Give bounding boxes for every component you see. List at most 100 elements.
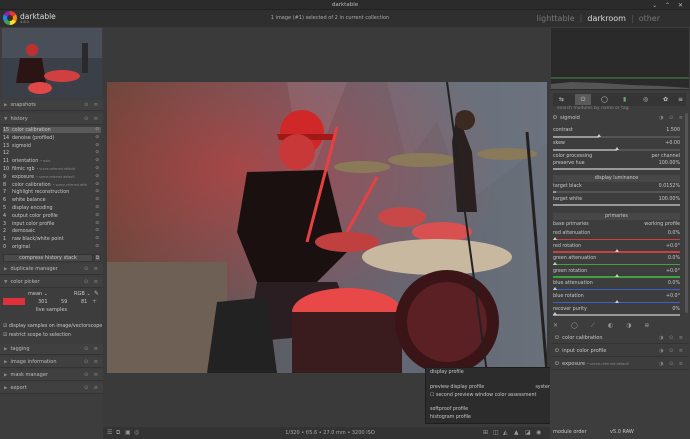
color-processing-select[interactable]: color processing per channel [553,154,680,159]
primaries-slider-track[interactable] [553,236,680,240]
module-order-value[interactable]: v5.0 RAW [610,429,634,435]
primaries-slider-track[interactable] [553,261,680,266]
guides-icon[interactable]: ⊞ [483,429,488,436]
display-samples-option[interactable]: ☑ display samples on image/vectorscope [3,324,102,329]
history-item[interactable]: 0 original ⊙ [3,244,101,250]
history-truncate-icon[interactable]: ⧉ [94,254,101,262]
target-white-slider[interactable]: target white 100.00% [553,197,680,202]
right-panel-scrollbar[interactable] [685,113,688,313]
restrict-scope-option[interactable]: ☑ restrict scope to selection [3,333,71,338]
module-exposure[interactable]: ⏻ exposure • scene-referred default ◑ ⊙ ≡ [551,358,689,370]
softproof-icon[interactable]: ◫ [493,429,499,436]
grid-icon[interactable]: ☰ [107,429,112,436]
effects-group-icon[interactable]: ✿ [663,96,668,103]
history-item[interactable]: 13 sigmoid ⊙ [3,143,101,149]
view-darkroom[interactable]: darkroom [587,14,626,23]
base-primaries-select[interactable]: base primaries working profile [553,222,680,227]
primaries-row[interactable]: blue attenuation 0.0% [553,281,680,286]
histogram[interactable] [551,28,689,90]
contrast-slider-label[interactable]: contrast 1.500 [553,128,680,133]
primaries-slider-track[interactable] [553,249,680,253]
history-item[interactable]: 4 output color profile ⊙ [3,213,101,219]
display-luminance-section[interactable]: display luminance [553,175,680,182]
module-mask-manager[interactable]: ▶ mask manager ⊙ ≡ [0,370,103,381]
view-other[interactable]: other [639,14,660,23]
target-black-slider[interactable]: target black 0.0152% [553,184,680,189]
skew-slider-label[interactable]: skew +0.00 [553,141,680,146]
module-icons[interactable]: ⊙ ≡ [84,264,100,275]
module-duplicate-manager[interactable]: ▶ duplicate manager ⊙ ≡ [0,264,103,275]
primaries-row[interactable]: red attenuation 0.0% [553,231,680,236]
module-icons[interactable]: ⊙ ≡ [84,383,100,394]
module-icons[interactable]: ⊙ ≡ [84,370,100,381]
primaries-row[interactable]: recover purity 0% [553,307,680,312]
history-item[interactable]: 3 input color profile ⊙ [3,221,101,227]
primaries-section[interactable]: primaries [553,213,680,220]
main-image[interactable] [107,82,547,373]
primaries-slider-track[interactable] [553,299,680,303]
picker-mode[interactable]: mean ⌄ [28,291,48,297]
sigmoid-module-header[interactable]: ⏻ sigmoid ◑ ⊙ ≡ [553,115,685,121]
module-search-input[interactable]: search modules by name or tag [553,106,686,113]
color-group-icon[interactable]: ◎ [643,96,648,103]
history-item[interactable]: 12 ⊙ [3,150,101,156]
focus-peaking-icon[interactable]: ◎ [134,429,139,436]
tone-group-icon[interactable]: ▮ [623,96,626,103]
primaries-row[interactable]: red rotation +0.0° [553,244,680,249]
history-item[interactable]: 1 raw black/white point ⊙ [3,236,101,242]
base-group-icon[interactable]: ◯ [601,96,608,103]
skew-slider[interactable] [553,147,680,151]
history-item[interactable]: 8 color calibration • scene-referred defa ⊙ [3,182,101,188]
view-lighttable[interactable]: lighttable [537,14,575,23]
module-export[interactable]: ▶ export ⊙ ≡ [0,383,103,394]
primaries-slider-track[interactable] [553,312,680,316]
module-color-picker[interactable]: ▼ color picker ⊙ ≡ [0,277,103,288]
primaries-slider-track[interactable] [553,286,680,291]
module-history[interactable]: ▼ history ⊙ ≡ [0,114,103,125]
styles-icon[interactable]: ⧉ [116,429,120,437]
history-item[interactable]: 7 highlight reconstruction ⊙ [3,189,101,195]
presets-menu-icon[interactable]: ≡ [678,96,683,103]
history-item[interactable]: 5 display encoding ⊙ [3,205,101,211]
preserve-hue-slider[interactable]: preserve hue 100.00% [553,161,680,166]
module-icons[interactable]: ⊙ ≡ [84,114,100,125]
quick-access-icon[interactable]: ⇆ [559,96,564,103]
history-item[interactable]: 2 demosaic ⊙ [3,228,101,234]
module-icons[interactable]: ⊙ ≡ [84,344,100,355]
history-item[interactable]: 6 white balance ⊙ [3,197,101,203]
contrast-slider[interactable] [553,134,680,138]
window-controls[interactable]: ⌄ ⌃ ✕ [652,2,686,9]
clipping-icon[interactable]: ◪ [525,429,531,436]
picker-space[interactable]: RGB ⌄ [74,291,91,297]
module-input-color-profile[interactable]: ⏻ input color profile ◑ ⊙ ≡ [551,345,689,357]
module-icons[interactable]: ⊙ ≡ [84,277,100,288]
history-item[interactable]: 14 denoise (profiled) ⊙ [3,135,101,141]
history-item[interactable]: 9 exposure • scene-referred default ⊙ [3,174,101,180]
history-item[interactable]: 10 filmic rgb • scene-referred default ⊙ [3,166,101,172]
blending-icons[interactable]: ✕◯⟋◐◑⊕ [553,322,686,330]
second-window-icon[interactable]: ▣ [125,429,131,436]
compress-history-button[interactable]: compress history stack [3,254,93,262]
module-tagging[interactable]: ▶ tagging ⊙ ≡ [0,344,103,355]
raw-overexposed-icon[interactable]: ▲ [514,429,519,436]
primaries-slider-track[interactable] [553,274,680,278]
module-color-calibration[interactable]: ⏻ color calibration ◑ ⊙ ≡ [551,332,689,344]
target-black-track[interactable] [553,191,680,193]
add-sample-icon[interactable]: + [92,298,97,305]
navigation-thumbnail[interactable] [2,28,102,98]
module-icons[interactable]: ⊙ ≡ [84,100,100,111]
target-white-track[interactable] [553,204,680,206]
gamut-check-icon[interactable]: ◭ [503,429,508,436]
primaries-row[interactable]: green attenuation 0.0% [553,256,680,261]
color-assessment-icon[interactable]: ◉ [536,429,541,436]
primaries-row[interactable]: green rotation +0.0° [553,269,680,274]
module-icons[interactable]: ⊙ ≡ [84,357,100,368]
module-image-information[interactable]: ▶ image information ⊙ ≡ [0,357,103,368]
preserve-hue-track[interactable] [553,168,680,170]
history-item[interactable]: 15 color calibration ⊙ [3,127,101,134]
primaries-row[interactable]: blue rotation +0.0° [553,294,680,299]
history-item[interactable]: 11 orientation • auto ⊙ [3,158,101,164]
module-snapshots[interactable]: ▶ snapshots ⊙ ≡ [0,100,103,111]
eyedropper-icon[interactable]: ✎ [94,290,99,297]
active-modules-icon[interactable]: ⏻ [575,94,591,105]
